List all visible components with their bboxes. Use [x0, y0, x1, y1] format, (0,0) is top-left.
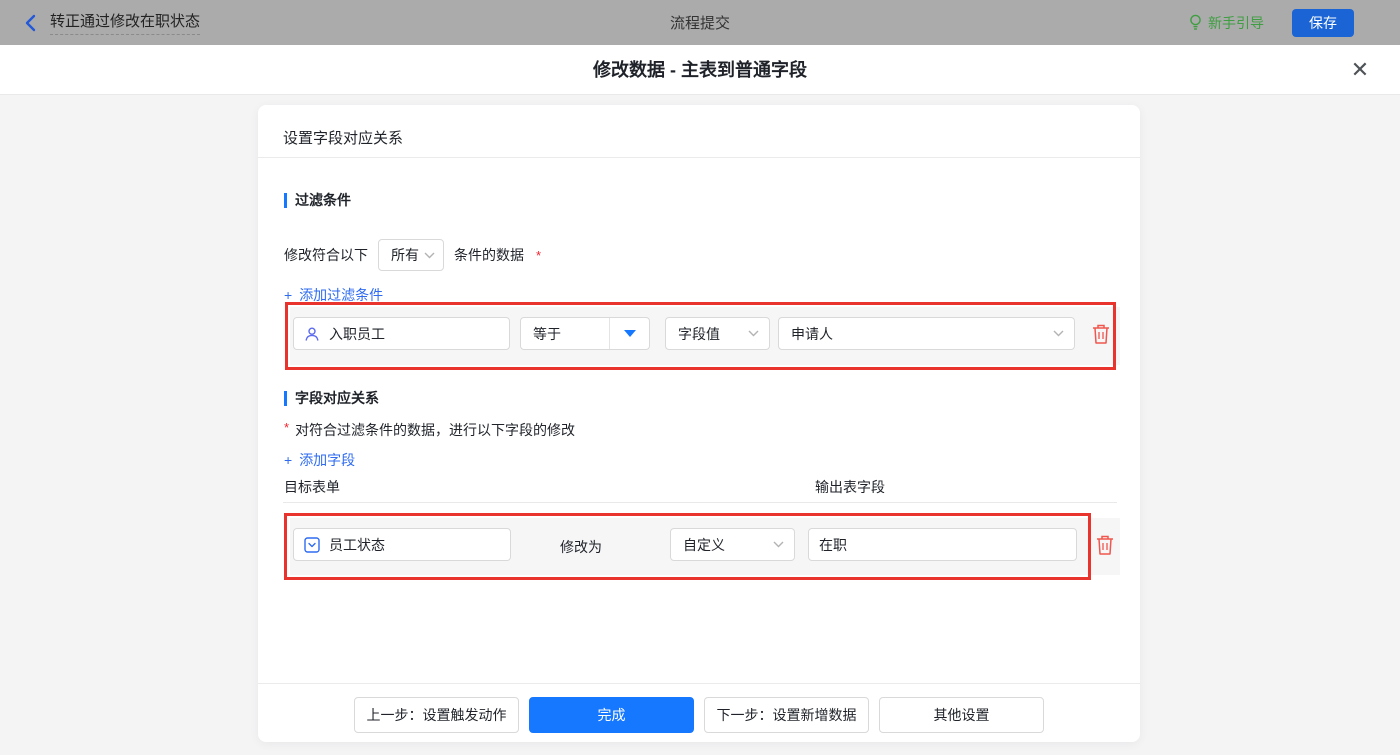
mapping-description: * 对符合过滤条件的数据，进行以下字段的修改	[284, 420, 576, 438]
divider	[258, 683, 1140, 684]
panel-title: 设置字段对应关系	[283, 130, 404, 147]
modal-header: 修改数据 - 主表到普通字段 ✕	[0, 45, 1400, 95]
plus-icon: +	[284, 452, 293, 468]
divider	[258, 157, 1140, 158]
required-mark: *	[536, 247, 542, 263]
modal-title: 修改数据 - 主表到普通字段	[593, 60, 807, 80]
save-button[interactable]: 保存	[1292, 8, 1354, 37]
modal-body: 设置字段对应关系 过滤条件 修改符合以下 所有 条件的数据 * + 添加过滤条件	[0, 95, 1400, 755]
close-icon[interactable]: ✕	[1346, 56, 1374, 84]
filter-field-input[interactable]: 入职员工	[293, 317, 510, 350]
settings-panel: 设置字段对应关系 过滤条件 修改符合以下 所有 条件的数据 * + 添加过滤条件	[258, 105, 1140, 742]
mode-select[interactable]: 自定义	[670, 528, 795, 561]
done-button[interactable]: 完成	[529, 697, 694, 733]
operator-select[interactable]: 等于	[520, 317, 650, 350]
next-step-button[interactable]: 下一步：设置新增数据	[704, 697, 869, 733]
caret-down-icon	[623, 330, 636, 337]
beginner-guide-link[interactable]: 新手引导	[1188, 13, 1264, 33]
chevron-down-icon	[424, 252, 435, 259]
output-value-input[interactable]: 在职	[808, 528, 1077, 561]
match-prefix-label: 修改符合以下	[284, 247, 368, 263]
divider	[283, 502, 1117, 503]
add-filter-condition-link[interactable]: + 添加过滤条件	[284, 285, 383, 305]
filter-section-title: 过滤条件	[284, 190, 351, 210]
target-field-input[interactable]: 员工状态	[293, 528, 511, 561]
match-suffix-label: 条件的数据	[454, 247, 524, 263]
operator-caret-button[interactable]	[609, 318, 649, 349]
mapping-section-title: 字段对应关系	[284, 388, 379, 408]
top-bar: 转正通过修改在职状态 流程提交 新手引导 保存	[0, 0, 1400, 45]
match-condition-row: 修改符合以下 所有 条件的数据 *	[284, 239, 541, 271]
delete-mapping-row-icon[interactable]	[1095, 534, 1115, 556]
chevron-down-icon	[773, 541, 784, 548]
add-field-link[interactable]: + 添加字段	[284, 450, 355, 470]
beginner-guide-label: 新手引导	[1208, 14, 1264, 31]
modify-to-label: 修改为	[560, 539, 602, 555]
value-select[interactable]: 申请人	[778, 317, 1075, 350]
footer-actions: 上一步：设置触发动作 完成 下一步：设置新增数据 其他设置	[258, 697, 1140, 733]
match-mode-select[interactable]: 所有	[378, 239, 444, 271]
lightbulb-icon	[1188, 14, 1203, 31]
required-mark: *	[284, 420, 290, 435]
other-settings-button[interactable]: 其他设置	[879, 697, 1044, 733]
column-header-target-form: 目标表单	[284, 479, 340, 495]
select-field-icon	[304, 536, 320, 553]
section-bar	[284, 192, 287, 208]
column-header-output-field: 输出表字段	[815, 479, 885, 495]
plus-icon: +	[284, 287, 293, 303]
chevron-down-icon	[748, 330, 759, 337]
person-icon	[304, 326, 320, 342]
section-bar	[284, 390, 287, 406]
value-type-select[interactable]: 字段值	[665, 317, 770, 350]
chevron-down-icon	[1053, 330, 1064, 337]
delete-filter-row-icon[interactable]	[1091, 323, 1111, 345]
prev-step-button[interactable]: 上一步：设置触发动作	[354, 697, 519, 733]
